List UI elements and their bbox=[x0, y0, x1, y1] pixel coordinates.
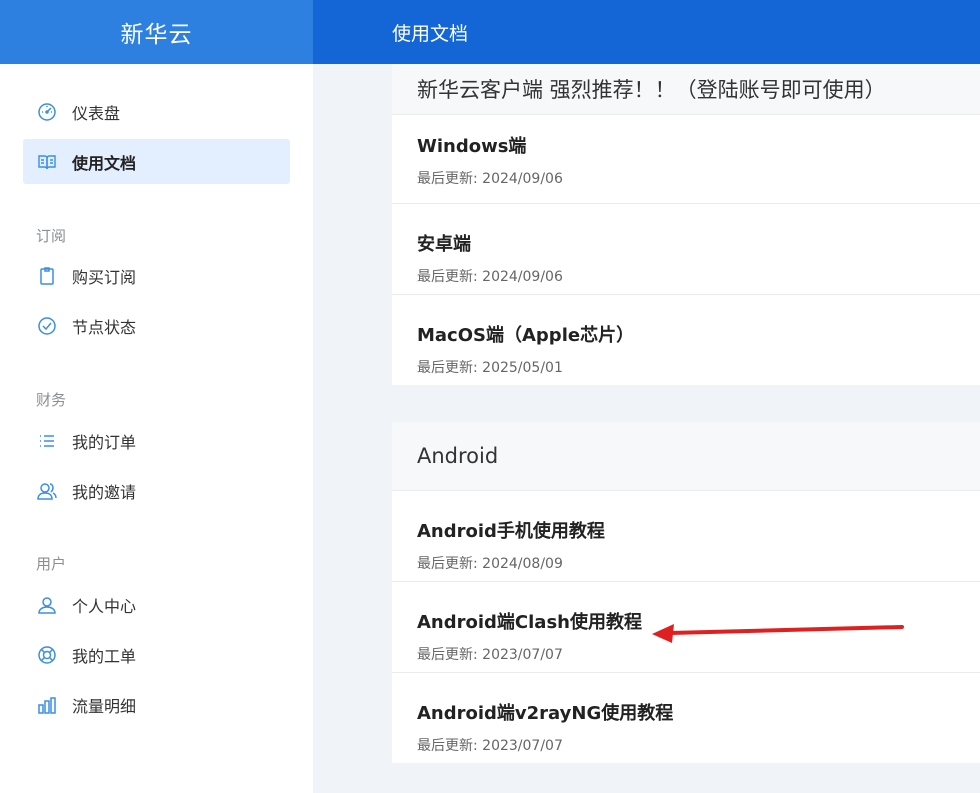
doc-group-android: Android Android手机使用教程 最后更新: 2024/08/09 A… bbox=[392, 422, 980, 763]
list-icon bbox=[36, 430, 58, 452]
doc-group-client: 新华云客户端 强烈推荐！！（登陆账号即可使用） Windows端 最后更新: 2… bbox=[392, 64, 980, 385]
doc-title: Windows端 bbox=[417, 136, 527, 157]
sidebar-item-traffic-details[interactable]: 流量明细 bbox=[23, 682, 290, 727]
sidebar-item-my-invites[interactable]: 我的邀请 bbox=[23, 468, 290, 513]
doc-title: MacOS端（Apple芯片） bbox=[417, 325, 635, 346]
section-title-user: 用户 bbox=[36, 555, 67, 573]
doc-item[interactable]: Windows端 最后更新: 2024/09/06 bbox=[392, 114, 980, 205]
doc-title: Android端v2rayNG使用教程 bbox=[417, 703, 674, 724]
group-title: Android bbox=[417, 444, 499, 468]
section-title-finance: 财务 bbox=[36, 391, 67, 409]
sidebar-item-tickets[interactable]: 我的工单 bbox=[23, 632, 290, 677]
sidebar-item-my-orders[interactable]: 我的订单 bbox=[23, 418, 290, 463]
group-header: Android bbox=[392, 422, 980, 490]
sidebar-item-buy-subscription[interactable]: 购买订阅 bbox=[23, 253, 290, 298]
top-bar: 使用文档 bbox=[313, 0, 980, 64]
sidebar: 仪表盘 使用文档 订阅 购买订阅 节点状态 财务 我的订单 我的邀请 用户 个人… bbox=[0, 64, 313, 793]
doc-item[interactable]: MacOS端（Apple芯片） 最后更新: 2025/05/01 bbox=[392, 294, 980, 385]
sidebar-item-label: 流量明细 bbox=[72, 696, 137, 716]
doc-updated: 最后更新: 2024/08/09 bbox=[417, 556, 563, 572]
sidebar-item-label: 节点状态 bbox=[72, 317, 137, 337]
doc-title: Android手机使用教程 bbox=[417, 521, 605, 542]
check-circle-icon bbox=[36, 315, 58, 337]
book-icon bbox=[36, 151, 58, 173]
doc-item[interactable]: Android手机使用教程 最后更新: 2024/08/09 bbox=[392, 490, 980, 581]
sidebar-item-node-status[interactable]: 节点状态 bbox=[23, 303, 290, 348]
group-title: 新华云客户端 强烈推荐！！（登陆账号即可使用） bbox=[417, 78, 886, 102]
sidebar-item-label: 个人中心 bbox=[72, 596, 137, 616]
annotation-arrow-icon bbox=[652, 624, 904, 643]
sidebar-item-label: 我的邀请 bbox=[72, 482, 137, 502]
doc-title: Android端Clash使用教程 bbox=[417, 612, 642, 633]
doc-updated: 最后更新: 2023/07/07 bbox=[417, 647, 563, 663]
doc-item[interactable]: 安卓端 最后更新: 2024/09/06 bbox=[392, 203, 980, 294]
doc-updated: 最后更新: 2024/09/06 bbox=[417, 171, 563, 187]
sidebar-item-docs[interactable]: 使用文档 bbox=[23, 139, 290, 184]
sidebar-item-label: 仪表盘 bbox=[72, 103, 121, 123]
sidebar-item-label: 使用文档 bbox=[72, 153, 137, 173]
doc-item[interactable]: Android端v2rayNG使用教程 最后更新: 2023/07/07 bbox=[392, 672, 980, 763]
users-icon bbox=[36, 480, 58, 502]
doc-updated: 最后更新: 2025/05/01 bbox=[417, 360, 563, 376]
sidebar-item-profile[interactable]: 个人中心 bbox=[23, 582, 290, 627]
page-title: 使用文档 bbox=[392, 22, 469, 45]
section-title-subscription: 订阅 bbox=[36, 227, 67, 245]
group-header: 新华云客户端 强烈推荐！！（登陆账号即可使用） bbox=[392, 64, 980, 114]
dashboard-icon bbox=[36, 101, 58, 123]
user-icon bbox=[36, 594, 58, 616]
brand-name: 新华云 bbox=[120, 22, 193, 48]
doc-updated: 最后更新: 2023/07/07 bbox=[417, 738, 563, 754]
doc-title: 安卓端 bbox=[417, 234, 471, 255]
bar-chart-icon bbox=[36, 694, 58, 716]
sidebar-item-label: 购买订阅 bbox=[72, 267, 137, 287]
brand-logo[interactable]: 新华云 bbox=[0, 0, 313, 64]
sidebar-item-label: 我的订单 bbox=[72, 432, 137, 452]
clipboard-icon bbox=[36, 265, 58, 287]
sidebar-item-dashboard[interactable]: 仪表盘 bbox=[23, 89, 290, 134]
doc-updated: 最后更新: 2024/09/06 bbox=[417, 269, 563, 285]
lifebuoy-icon bbox=[36, 644, 58, 666]
sidebar-item-label: 我的工单 bbox=[72, 646, 137, 666]
